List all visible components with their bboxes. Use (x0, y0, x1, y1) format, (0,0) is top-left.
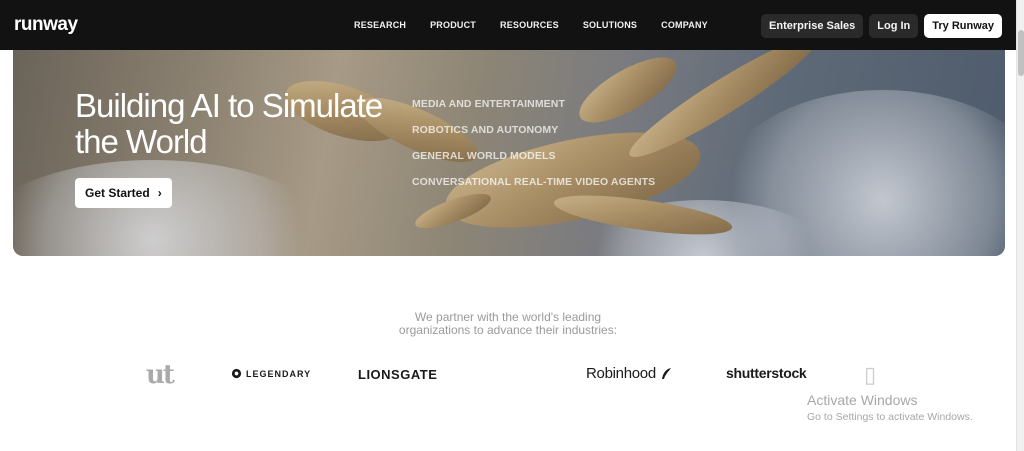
hero-title: Building AI to Simulate the World (75, 87, 383, 160)
category-video-agents[interactable]: CONVERSATIONAL REAL-TIME VIDEO AGENTS (412, 175, 655, 189)
get-started-button[interactable]: Get Started › (75, 178, 172, 208)
nav-links: RESEARCH PRODUCT RESOURCES SOLUTIONS COM… (354, 0, 732, 50)
partner-logo-legendary: LEGENDARY (231, 368, 311, 379)
hero-banner: Building AI to Simulate the World Get St… (13, 50, 1005, 256)
partner-logo-ut: ut (146, 360, 175, 390)
partner-logo-windows-icon (486, 353, 530, 397)
activate-windows-watermark: Activate Windows Go to Settings to activ… (807, 392, 973, 426)
partner-logo-shutterstock: shutterstock (726, 365, 807, 381)
runway-logo[interactable]: runway (14, 14, 78, 36)
category-robotics-autonomy[interactable]: ROBOTICS AND AUTONOMY (412, 123, 655, 137)
partner-logo-lionsgate: LIONSGATE (358, 367, 438, 382)
page: runway RESEARCH PRODUCT RESOURCES SOLUTI… (0, 0, 1024, 451)
category-media-entertainment[interactable]: MEDIA AND ENTERTAINMENT (412, 97, 655, 111)
partners-intro: We partner with the world's leading orga… (0, 311, 1016, 337)
hero-cloud (13, 160, 333, 256)
partners-intro-line2: organizations to advance their industrie… (398, 323, 618, 337)
top-nav: runway RESEARCH PRODUCT RESOURCES SOLUTI… (0, 0, 1016, 50)
activate-subtitle: Go to Settings to activate Windows. (807, 411, 973, 423)
log-in-button[interactable]: Log In (869, 14, 919, 38)
nav-link-product[interactable]: PRODUCT (430, 20, 476, 30)
nav-link-company[interactable]: COMPANY (661, 20, 708, 30)
page-scrollbar[interactable] (1016, 0, 1024, 451)
legendary-wordmark: LEGENDARY (246, 368, 312, 379)
try-runway-button[interactable]: Try Runway (924, 14, 1002, 38)
chevron-right-icon: › (157, 186, 162, 200)
feather-icon (661, 367, 671, 379)
partner-logo-robinhood: Robinhood (586, 365, 672, 382)
hero-categories: MEDIA AND ENTERTAINMENT ROBOTICS AND AUT… (412, 97, 655, 189)
get-started-label: Get Started (85, 186, 150, 200)
partner-logo-partial: ▯ (864, 362, 877, 387)
nav-link-solutions[interactable]: SOLUTIONS (583, 20, 637, 30)
scrollbar-thumb[interactable] (1018, 30, 1024, 76)
legendary-mark-icon (231, 368, 242, 379)
activate-title: Activate Windows (807, 392, 918, 408)
category-general-world-models[interactable]: GENERAL WORLD MODELS (412, 149, 655, 163)
enterprise-sales-button[interactable]: Enterprise Sales (761, 14, 864, 38)
nav-link-research[interactable]: RESEARCH (354, 20, 406, 30)
nav-link-resources[interactable]: RESOURCES (500, 20, 559, 30)
robinhood-wordmark: Robinhood (586, 365, 656, 382)
nav-actions: Enterprise Sales Log In Try Runway (761, 14, 1002, 38)
